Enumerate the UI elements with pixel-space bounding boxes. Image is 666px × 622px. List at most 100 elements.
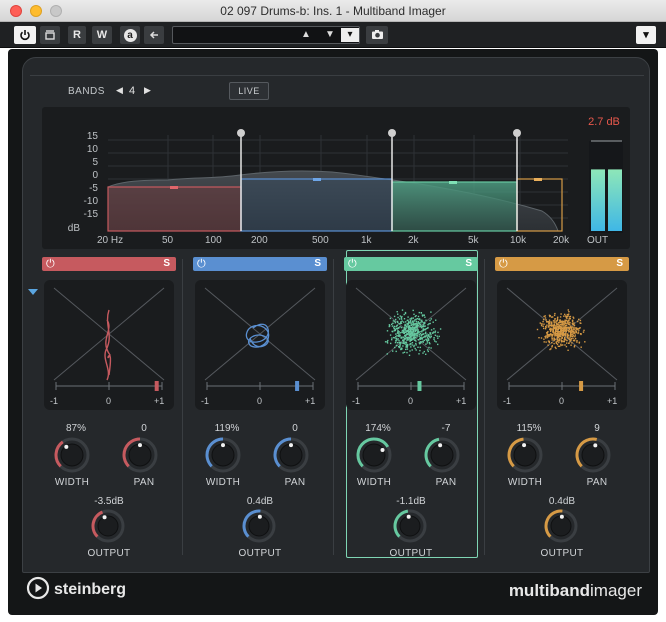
x-tick: 500 — [312, 235, 329, 246]
y-unit: dB — [67, 223, 80, 234]
band-1-output-value: -3.5dB — [94, 496, 124, 507]
preset-up-icon[interactable]: ▲ — [295, 28, 317, 42]
band-4-scale-max: +1 — [607, 396, 618, 406]
band-4-width-knob[interactable] — [507, 437, 543, 473]
band-3-region — [391, 181, 518, 232]
output-label: OUT — [587, 235, 609, 246]
band-2-region — [240, 178, 393, 232]
brand-name: steinberg — [54, 581, 127, 598]
band-1-width-knob[interactable] — [54, 437, 90, 473]
deactivate-button[interactable] — [40, 26, 60, 44]
arrow-left-icon — [149, 31, 158, 39]
title-bar: 02 097 Drums-b: Ins. 1 - Multiband Image… — [0, 0, 666, 22]
band-1-scale-min: -1 — [50, 396, 59, 406]
read-automation-button[interactable]: R — [68, 26, 86, 44]
band-1-vectorscope: -1 0 +1 — [44, 280, 174, 410]
band-3-vectorscope: -1 0 +1 — [346, 280, 476, 410]
band-3-vectorscope-graph — [355, 287, 467, 391]
band-3-scale-mid: 0 — [408, 396, 414, 406]
band-2-strip: ⏻ S -1 0 +1 119% WIDTH 0 PAN 0.4dB OUTPU… — [193, 257, 327, 559]
band-3-width-label: WIDTH — [356, 477, 392, 488]
band-3-power-icon[interactable]: ⏻ — [348, 257, 357, 271]
band-4-output-label: OUTPUT — [540, 548, 584, 559]
band-3-pan-knob[interactable] — [424, 437, 460, 473]
sidechain-icon — [45, 30, 55, 40]
band-1-width-label: WIDTH — [54, 477, 90, 488]
band-2-output-knob[interactable] — [242, 509, 276, 543]
copy-settings-button[interactable] — [144, 26, 164, 44]
preset-down-icon[interactable]: ▼ — [319, 28, 341, 42]
collapse-triangle-icon[interactable] — [28, 289, 38, 295]
bands-label: BANDS — [68, 86, 105, 97]
bands-decrease-icon[interactable]: ◀ — [116, 85, 123, 96]
band-1-region — [107, 186, 242, 232]
output-meter-right — [608, 169, 622, 231]
band-1-output-knob[interactable] — [91, 509, 125, 543]
spectrum-graph[interactable] — [42, 107, 630, 249]
band-3-solo-button[interactable]: S — [465, 257, 472, 271]
band-4-power-icon[interactable]: ⏻ — [499, 257, 508, 271]
band-1-pan-label: PAN — [133, 477, 155, 488]
function-menu-dropdown[interactable]: ▾ — [636, 26, 656, 44]
band-1-output-label: OUTPUT — [87, 548, 131, 559]
band-1-scale-mid: 0 — [106, 396, 112, 406]
band-2-power-icon[interactable]: ⏻ — [197, 257, 206, 271]
bands-increase-icon[interactable]: ▶ — [144, 85, 151, 96]
product-name-light: imager — [590, 581, 642, 600]
x-tick: 200 — [251, 235, 268, 246]
band-4-output-value: 0.4dB — [548, 496, 576, 507]
band-2-scale-min: -1 — [201, 396, 210, 406]
band-4-scale-min: -1 — [503, 396, 512, 406]
plugin-toolbar: R W a ▲ ▼ ▾ ▾ — [0, 22, 666, 48]
y-tick: 10 — [86, 144, 98, 155]
preset-dropdown-icon[interactable]: ▾ — [341, 28, 359, 42]
bands-count: 4 — [129, 85, 136, 97]
x-tick: 20k — [553, 235, 570, 246]
band-4-balance-marker — [579, 381, 584, 391]
band-1-pan-knob[interactable] — [122, 437, 158, 473]
band-1-solo-button[interactable]: S — [163, 257, 170, 271]
band-2-width-label: WIDTH — [205, 477, 241, 488]
band-4-width-value: 115% — [516, 423, 542, 434]
ab-icon: a — [123, 29, 137, 42]
band-3-width-marker[interactable] — [449, 181, 457, 184]
bypass-button[interactable] — [14, 26, 36, 44]
band-4-header: ⏻ S — [495, 257, 629, 271]
band-1-balance-marker — [154, 381, 159, 391]
band-3-output-knob[interactable] — [393, 509, 427, 543]
band-3-strip: ⏻ S -1 0 +1 174% WIDTH -7 PAN -1.1dB OUT… — [344, 257, 478, 559]
spectrum-display[interactable]: 15 10 5 0 -5 -10 -15 dB 20 Hz 50 100 200… — [42, 107, 630, 249]
band-1-header: ⏻ S — [42, 257, 176, 271]
band-3-width-value: 174% — [365, 423, 391, 434]
band-2-vectorscope: -1 0 +1 — [195, 280, 325, 410]
band-1-width-marker[interactable] — [170, 186, 178, 189]
band-1-vectorscope-graph — [53, 287, 165, 391]
band-2-width-value: 119% — [214, 423, 240, 434]
ab-compare-button[interactable]: a — [120, 26, 140, 44]
band-3-width-knob[interactable] — [356, 437, 392, 473]
x-tick: 10k — [510, 235, 527, 246]
band-4-width-marker[interactable] — [534, 178, 542, 181]
preset-field[interactable]: ▲ ▼ ▾ — [172, 26, 360, 44]
band-2-pan-knob[interactable] — [273, 437, 309, 473]
band-2-width-marker[interactable] — [313, 178, 321, 181]
band-4-output-knob[interactable] — [544, 509, 578, 543]
band-2-pan-label: PAN — [284, 477, 306, 488]
write-automation-button[interactable]: W — [92, 26, 112, 44]
band-2-solo-button[interactable]: S — [314, 257, 321, 271]
power-icon — [20, 30, 30, 41]
snapshot-button[interactable] — [366, 26, 388, 44]
panel-divider — [30, 75, 644, 76]
band-2-width-knob[interactable] — [205, 437, 241, 473]
band-2-scale-max: +1 — [305, 396, 316, 406]
x-tick: 1k — [361, 235, 372, 246]
x-tick: 20 Hz — [97, 235, 124, 246]
band-divider — [484, 259, 485, 555]
live-button[interactable]: LIVE — [229, 82, 269, 100]
band-1-power-icon[interactable]: ⏻ — [46, 257, 55, 271]
band-4-solo-button[interactable]: S — [616, 257, 623, 271]
plugin-body: BANDS ◀ 4 ▶ LIVE 15 10 5 0 -5 -10 -15 dB… — [8, 49, 658, 615]
band-4-pan-knob[interactable] — [575, 437, 611, 473]
band-2-pan-value: 0 — [292, 423, 298, 434]
product-name-bold: multiband — [508, 581, 591, 600]
